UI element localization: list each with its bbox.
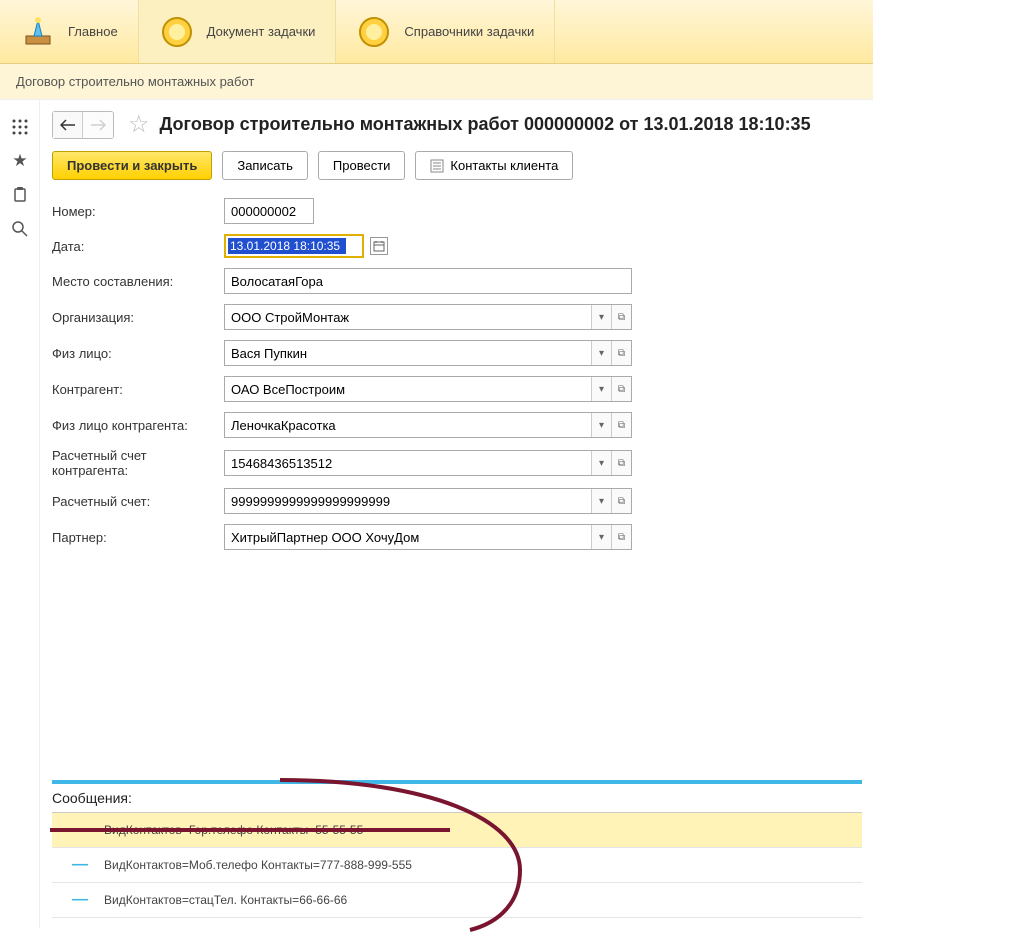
partner-text[interactable]	[225, 525, 591, 549]
page-title: Договор строительно монтажных работ 0000…	[160, 114, 811, 135]
open-ref-icon[interactable]: ⧉	[611, 489, 631, 513]
person-label: Физ лицо:	[52, 346, 224, 361]
toolbar: Провести и закрыть Записать Провести Кон…	[52, 151, 1004, 180]
nav-tab-label: Главное	[68, 24, 118, 39]
coin-icon	[356, 14, 392, 50]
dash-icon: —	[72, 891, 88, 909]
back-button[interactable]	[53, 112, 83, 138]
contacts-button-label: Контакты клиента	[450, 158, 558, 173]
left-rail: ★	[0, 100, 40, 928]
cp-account-label: Расчетный счет контрагента:	[52, 448, 224, 478]
open-ref-icon[interactable]: ⧉	[611, 413, 631, 437]
open-ref-icon[interactable]: ⧉	[611, 525, 631, 549]
counterparty-label: Контрагент:	[52, 382, 224, 397]
dash-icon: —	[72, 821, 88, 839]
org-text[interactable]	[225, 305, 591, 329]
nav-tab-document[interactable]: Документ задачки	[139, 0, 337, 63]
cp-person-text[interactable]	[225, 413, 591, 437]
account-input[interactable]: ▾ ⧉	[224, 488, 632, 514]
nav-tab-label: Справочники задачки	[404, 24, 534, 39]
cp-account-input[interactable]: ▾ ⧉	[224, 450, 632, 476]
dropdown-icon[interactable]: ▾	[591, 525, 611, 549]
counterparty-input[interactable]: ▾ ⧉	[224, 376, 632, 402]
date-input[interactable]: 13.01.2018 18:10:35	[228, 238, 346, 254]
write-button[interactable]: Записать	[222, 151, 308, 180]
org-input[interactable]: ▾ ⧉	[224, 304, 632, 330]
partner-label: Партнер:	[52, 530, 224, 545]
open-ref-icon[interactable]: ⧉	[611, 341, 631, 365]
dropdown-icon[interactable]: ▾	[591, 451, 611, 475]
main-content: ☆ Договор строительно монтажных работ 00…	[40, 100, 1016, 928]
number-input[interactable]	[224, 198, 314, 224]
dropdown-icon[interactable]: ▾	[591, 489, 611, 513]
forward-button[interactable]	[83, 112, 113, 138]
coin-icon	[159, 14, 195, 50]
counterparty-text[interactable]	[225, 377, 591, 401]
number-label: Номер:	[52, 204, 224, 219]
place-label: Место составления:	[52, 274, 224, 289]
open-ref-icon[interactable]: ⧉	[611, 305, 631, 329]
date-input-wrap: 13.01.2018 18:10:35	[224, 234, 364, 258]
message-row[interactable]: — ВидКонтактов=Гор.телефо Контакты=55-55…	[52, 813, 862, 848]
star-icon[interactable]: ★	[0, 144, 40, 178]
messages-header: Сообщения:	[52, 784, 862, 813]
nav-tab-main[interactable]: Главное	[0, 0, 139, 63]
open-ref-icon[interactable]: ⧉	[611, 377, 631, 401]
message-text: ВидКонтактов=Гор.телефо Контакты=55-55-5…	[104, 823, 363, 837]
message-row[interactable]: — ВидКонтактов=стацТел. Контакты=66-66-6…	[52, 883, 862, 918]
dropdown-icon[interactable]: ▾	[591, 341, 611, 365]
message-row[interactable]: — ВидКонтактов=Моб.телефо Контакты=777-8…	[52, 848, 862, 883]
cp-account-text[interactable]	[225, 451, 591, 475]
grid-icon[interactable]	[0, 110, 40, 144]
dropdown-icon[interactable]: ▾	[591, 305, 611, 329]
cp-person-label: Физ лицо контрагента:	[52, 418, 224, 433]
post-and-close-button[interactable]: Провести и закрыть	[52, 151, 212, 180]
cp-person-input[interactable]: ▾ ⧉	[224, 412, 632, 438]
calendar-icon[interactable]	[370, 237, 388, 255]
date-label: Дата:	[52, 239, 224, 254]
dropdown-icon[interactable]: ▾	[591, 413, 611, 437]
contacts-button[interactable]: Контакты клиента	[415, 151, 573, 180]
breadcrumb: Договор строительно монтажных работ	[0, 64, 873, 100]
nav-tab-label: Документ задачки	[207, 24, 316, 39]
person-text[interactable]	[225, 341, 591, 365]
place-input[interactable]	[224, 268, 632, 294]
partner-input[interactable]: ▾ ⧉	[224, 524, 632, 550]
favorite-star-icon[interactable]: ☆	[128, 110, 150, 139]
top-nav: Главное Документ задачки Справочники зад…	[0, 0, 873, 64]
desk-icon	[20, 14, 56, 50]
search-icon[interactable]	[0, 212, 40, 246]
message-text: ВидКонтактов=стацТел. Контакты=66-66-66	[104, 893, 347, 907]
post-button[interactable]: Провести	[318, 151, 406, 180]
dash-icon: —	[72, 856, 88, 874]
account-label: Расчетный счет:	[52, 494, 224, 509]
account-text[interactable]	[225, 489, 591, 513]
dropdown-icon[interactable]: ▾	[591, 377, 611, 401]
clipboard-icon[interactable]	[0, 178, 40, 212]
person-input[interactable]: ▾ ⧉	[224, 340, 632, 366]
message-text: ВидКонтактов=Моб.телефо Контакты=777-888…	[104, 858, 412, 872]
open-ref-icon[interactable]: ⧉	[611, 451, 631, 475]
nav-tab-references[interactable]: Справочники задачки	[336, 0, 555, 63]
org-label: Организация:	[52, 310, 224, 325]
history-nav	[52, 111, 114, 139]
contacts-icon	[430, 159, 444, 173]
